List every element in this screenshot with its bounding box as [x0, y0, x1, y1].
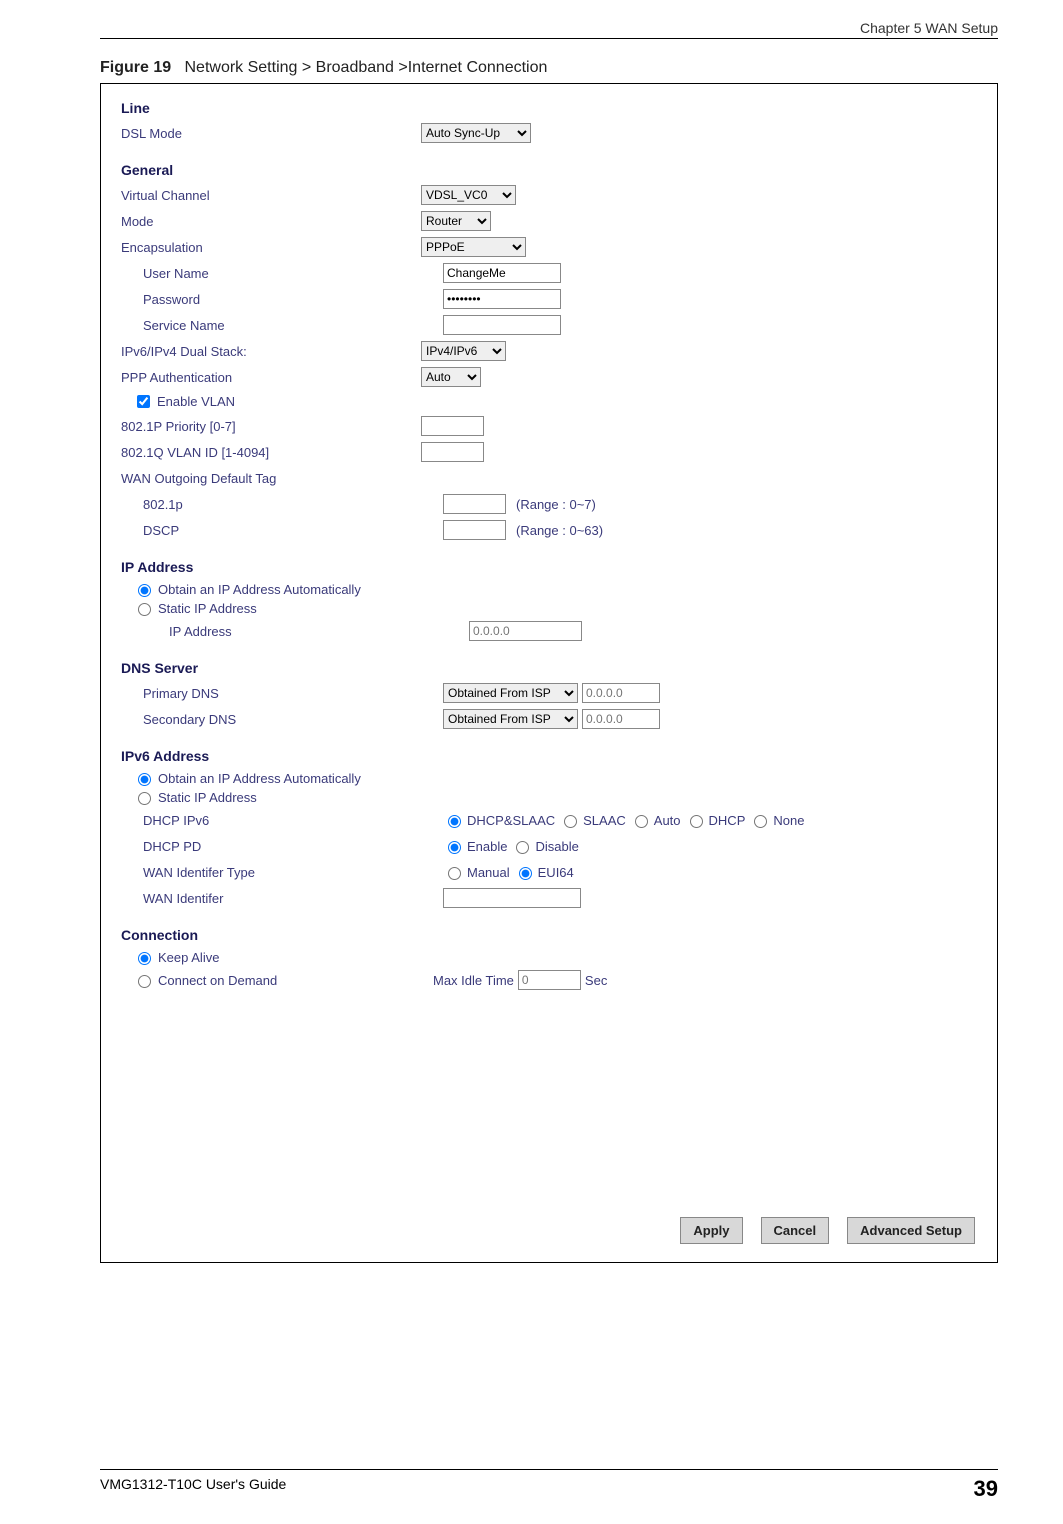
figure-title: Network Setting > Broadband >Internet Co… — [184, 59, 547, 76]
wanid-eui64-label: EUI64 — [538, 865, 574, 880]
dual-stack-label: IPv6/IPv4 Dual Stack: — [121, 344, 421, 359]
dhcp6-auto-radio[interactable] — [635, 815, 648, 828]
apply-button[interactable]: Apply — [680, 1217, 742, 1244]
dhcp6-none-radio[interactable] — [754, 815, 767, 828]
dhcp6-slaac-label: SLAAC — [583, 813, 626, 828]
connect-on-demand-label: Connect on Demand — [158, 973, 277, 988]
section-dns-server: DNS Server — [121, 660, 977, 676]
ip-auto-radio[interactable] — [138, 584, 151, 597]
pd-enable-label: Enable — [467, 839, 507, 854]
dscp-range-hint: (Range : 0~63) — [516, 523, 603, 538]
header-rule — [100, 38, 998, 39]
primary-dns-label: Primary DNS — [121, 686, 443, 701]
chapter-header: Chapter 5 WAN Setup — [100, 20, 998, 36]
ppp-auth-label: PPP Authentication — [121, 370, 421, 385]
8021p-priority-input[interactable] — [421, 416, 484, 436]
8021q-vlanid-input[interactable] — [421, 442, 484, 462]
8021p-priority-label: 802.1P Priority [0-7] — [121, 419, 421, 434]
page-number: 39 — [974, 1476, 998, 1502]
wan-identifier-label: WAN Identifer — [121, 891, 443, 906]
wan-identifier-type-label: WAN Identifer Type — [121, 865, 443, 880]
secondary-dns-input[interactable] — [582, 709, 660, 729]
wanid-manual-label: Manual — [467, 865, 510, 880]
figure-number: Figure 19 — [100, 59, 171, 76]
primary-dns-input[interactable] — [582, 683, 660, 703]
keep-alive-radio[interactable] — [138, 952, 151, 965]
dscp-input[interactable] — [443, 520, 506, 540]
settings-panel: Line DSL Mode Auto Sync-Up General Virtu… — [100, 83, 998, 1263]
8021p-tag-input[interactable] — [443, 494, 506, 514]
ipv6-static-label: Static IP Address — [158, 790, 257, 805]
8021p-range-hint: (Range : 0~7) — [516, 497, 596, 512]
dsl-mode-select[interactable]: Auto Sync-Up — [421, 123, 531, 143]
dhcp6-none-label: None — [773, 813, 804, 828]
password-label: Password — [121, 292, 443, 307]
section-line: Line — [121, 100, 977, 116]
wan-identifier-input[interactable] — [443, 888, 581, 908]
encapsulation-label: Encapsulation — [121, 240, 421, 255]
section-ip-address: IP Address — [121, 559, 977, 575]
enable-vlan-checkbox[interactable] — [137, 395, 150, 408]
mode-label: Mode — [121, 214, 421, 229]
cancel-button[interactable]: Cancel — [761, 1217, 830, 1244]
username-input[interactable] — [443, 263, 561, 283]
ip-address-input[interactable] — [469, 621, 582, 641]
encapsulation-select[interactable]: PPPoE — [421, 237, 526, 257]
wanid-manual-radio[interactable] — [448, 867, 461, 880]
dhcp6-auto-label: Auto — [654, 813, 681, 828]
pd-enable-radio[interactable] — [448, 841, 461, 854]
service-name-label: Service Name — [121, 318, 443, 333]
ppp-auth-select[interactable]: Auto — [421, 367, 481, 387]
max-idle-input[interactable] — [518, 970, 581, 990]
ipv6-auto-label: Obtain an IP Address Automatically — [158, 771, 361, 786]
ip-auto-label: Obtain an IP Address Automatically — [158, 582, 361, 597]
dhcp-pd-label: DHCP PD — [121, 839, 443, 854]
ip-static-label: Static IP Address — [158, 601, 257, 616]
connect-on-demand-radio[interactable] — [138, 975, 151, 988]
dhcp-ipv6-label: DHCP IPv6 — [121, 813, 443, 828]
username-label: User Name — [121, 266, 443, 281]
dsl-mode-label: DSL Mode — [121, 126, 421, 141]
section-connection: Connection — [121, 927, 977, 943]
dscp-label: DSCP — [121, 523, 443, 538]
ipv6-static-radio[interactable] — [138, 792, 151, 805]
ipv6-auto-radio[interactable] — [138, 773, 151, 786]
enable-vlan-label: Enable VLAN — [157, 394, 235, 409]
dhcp6-slaac-radio[interactable] — [564, 815, 577, 828]
primary-dns-select[interactable]: Obtained From ISP — [443, 683, 578, 703]
dhcp6-dhcpslaac-label: DHCP&SLAAC — [467, 813, 555, 828]
section-ipv6-address: IPv6 Address — [121, 748, 977, 764]
wanid-eui64-radio[interactable] — [519, 867, 532, 880]
keep-alive-label: Keep Alive — [158, 950, 219, 965]
password-input[interactable] — [443, 289, 561, 309]
max-idle-label: Max Idle Time — [433, 973, 514, 988]
ip-static-radio[interactable] — [138, 603, 151, 616]
ip-address-label: IP Address — [147, 624, 469, 639]
footer-guide: VMG1312-T10C User's Guide — [100, 1476, 286, 1502]
advanced-setup-button[interactable]: Advanced Setup — [847, 1217, 975, 1244]
mode-select[interactable]: Router — [421, 211, 491, 231]
8021p-tag-label: 802.1p — [121, 497, 443, 512]
virtual-channel-select[interactable]: VDSL_VC0 — [421, 185, 516, 205]
virtual-channel-label: Virtual Channel — [121, 188, 421, 203]
figure-caption: Figure 19 Network Setting > Broadband >I… — [100, 59, 998, 77]
section-general: General — [121, 162, 977, 178]
dhcp6-dhcpslaac-radio[interactable] — [448, 815, 461, 828]
service-name-input[interactable] — [443, 315, 561, 335]
pd-disable-label: Disable — [535, 839, 578, 854]
dhcp6-dhcp-label: DHCP — [709, 813, 746, 828]
footer-rule — [100, 1469, 998, 1470]
max-idle-unit: Sec — [585, 973, 607, 988]
secondary-dns-label: Secondary DNS — [121, 712, 443, 727]
wan-outgoing-tag-label: WAN Outgoing Default Tag — [121, 471, 421, 486]
secondary-dns-select[interactable]: Obtained From ISP — [443, 709, 578, 729]
dhcp6-dhcp-radio[interactable] — [690, 815, 703, 828]
8021q-vlanid-label: 802.1Q VLAN ID [1-4094] — [121, 445, 421, 460]
pd-disable-radio[interactable] — [516, 841, 529, 854]
dual-stack-select[interactable]: IPv4/IPv6 — [421, 341, 506, 361]
